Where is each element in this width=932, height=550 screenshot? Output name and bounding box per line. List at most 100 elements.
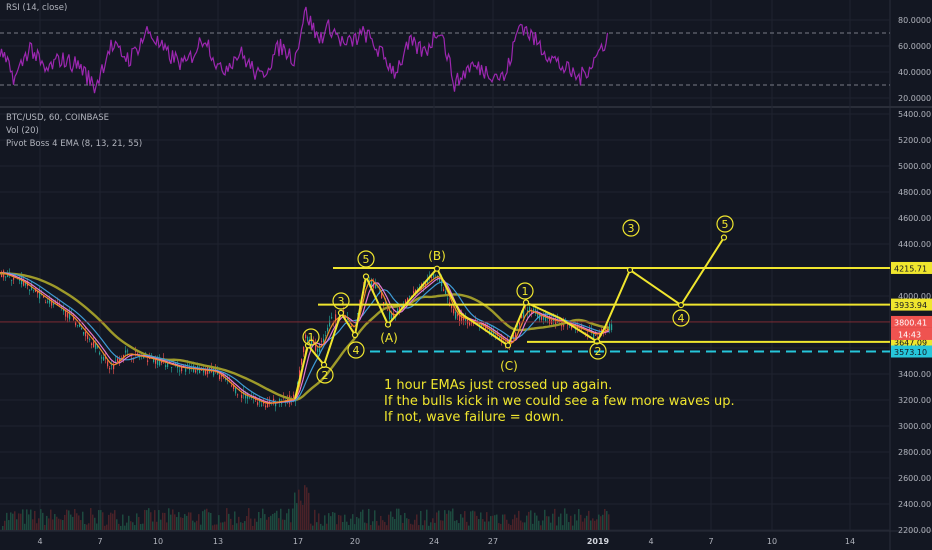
- candle-body: [321, 340, 323, 342]
- candle-body: [409, 296, 411, 298]
- volume-bar: [158, 510, 160, 530]
- volume-bar: [10, 512, 12, 530]
- candle-body: [249, 397, 251, 399]
- volume-bar: [458, 523, 460, 530]
- volume-bar: [134, 525, 136, 530]
- volume-bar: [450, 511, 452, 530]
- volume-bar: [354, 524, 356, 530]
- volume-bar: [232, 524, 234, 530]
- price-tick-label: 5200.00: [898, 136, 931, 145]
- volume-bar: [504, 514, 506, 530]
- volume-bar: [68, 510, 70, 530]
- volume-bar: [22, 509, 24, 530]
- volume-bar: [70, 514, 72, 530]
- volume-bar: [592, 518, 594, 530]
- volume-bar: [162, 512, 164, 530]
- price-tick-label: 2600.00: [898, 474, 931, 483]
- volume-bar: [496, 514, 498, 530]
- volume-bar: [348, 525, 350, 530]
- volume-bar: [84, 524, 86, 530]
- candle-body: [33, 289, 35, 291]
- volume-bar: [120, 525, 122, 530]
- wave-label-C: (C): [500, 359, 518, 373]
- candle-body: [47, 301, 49, 303]
- volume-bar: [190, 512, 192, 530]
- volume-bar: [448, 510, 450, 530]
- candle-body: [81, 328, 83, 330]
- volume-bar: [362, 509, 364, 530]
- volume-bar: [548, 516, 550, 530]
- volume-bar: [188, 512, 190, 530]
- candle-body: [5, 276, 7, 278]
- volume-bar: [516, 517, 518, 530]
- volume-bar: [46, 515, 48, 530]
- volume-bar: [372, 521, 374, 530]
- volume-bar: [236, 523, 238, 530]
- volume-bar: [36, 523, 38, 530]
- volume-bar: [494, 515, 496, 530]
- price-tag: 3800.41: [891, 315, 932, 328]
- volume-bar: [524, 522, 526, 530]
- volume-bar: [78, 515, 80, 530]
- volume-bar: [88, 523, 90, 530]
- candle-body: [109, 368, 111, 370]
- volume-bar: [430, 522, 432, 530]
- volume-bar: [168, 508, 170, 530]
- price-tick-label: 4400.00: [898, 240, 931, 249]
- volume-bar: [196, 520, 198, 530]
- volume-bar: [520, 520, 522, 530]
- rsi-tick-label: 20.0000: [898, 94, 931, 103]
- volume-bar: [74, 509, 76, 530]
- volume-bar: [212, 525, 214, 530]
- volume-bar: [512, 519, 514, 530]
- volume-bar: [286, 513, 288, 530]
- volume-bar: [242, 522, 244, 530]
- volume-bar: [528, 511, 530, 530]
- volume-bar: [274, 512, 276, 530]
- volume-bar: [404, 512, 406, 530]
- candle-body: [257, 402, 259, 405]
- volume-bar: [86, 524, 88, 530]
- candle-body: [67, 312, 69, 318]
- candle-body: [115, 360, 117, 362]
- volume-bar: [482, 519, 484, 530]
- candle-body: [567, 324, 569, 326]
- volume-bar: [276, 510, 278, 530]
- volume-bar: [8, 520, 10, 530]
- volume-bar: [456, 520, 458, 530]
- candle-body: [185, 368, 187, 372]
- time-tick-label: 4: [648, 537, 653, 546]
- ema-label: Pivot Boss 4 EMA (8, 13, 21, 55): [6, 139, 143, 149]
- volume-bar: [558, 516, 560, 530]
- price-tick-label: 2200.00: [898, 526, 931, 535]
- volume-bar: [284, 519, 286, 530]
- volume-bar: [454, 520, 456, 530]
- candle-body: [541, 316, 543, 320]
- volume-bar: [562, 525, 564, 530]
- candle-body: [195, 370, 197, 373]
- wave-label-3: 3: [628, 222, 635, 235]
- volume-bar: [164, 512, 166, 530]
- candle-body: [147, 360, 149, 362]
- volume-bar: [514, 514, 516, 530]
- volume-bar: [316, 522, 318, 530]
- time-tick-label: 10: [767, 537, 777, 546]
- volume-bar: [428, 525, 430, 530]
- candle-body: [611, 324, 613, 330]
- price-tick-label: 3400.00: [898, 370, 931, 379]
- volume-bar: [14, 511, 16, 530]
- candle-body: [203, 370, 205, 373]
- volume-bar: [336, 524, 338, 530]
- volume-bar: [416, 514, 418, 530]
- rsi-tick-label: 80.0000: [898, 16, 931, 25]
- volume-bar: [518, 510, 520, 530]
- volume-bar: [152, 521, 154, 530]
- candle-body: [75, 322, 77, 326]
- volume-bar: [224, 521, 226, 530]
- chart-canvas[interactable]: 80.0000 60.0000 40.0000 20.0000 5400.00 5200.…: [0, 0, 932, 550]
- volume-bar: [76, 513, 78, 530]
- volume-bar: [12, 513, 14, 530]
- candle-body: [323, 338, 325, 342]
- time-tick-label: 2019: [587, 537, 610, 546]
- volume-bar: [474, 511, 476, 530]
